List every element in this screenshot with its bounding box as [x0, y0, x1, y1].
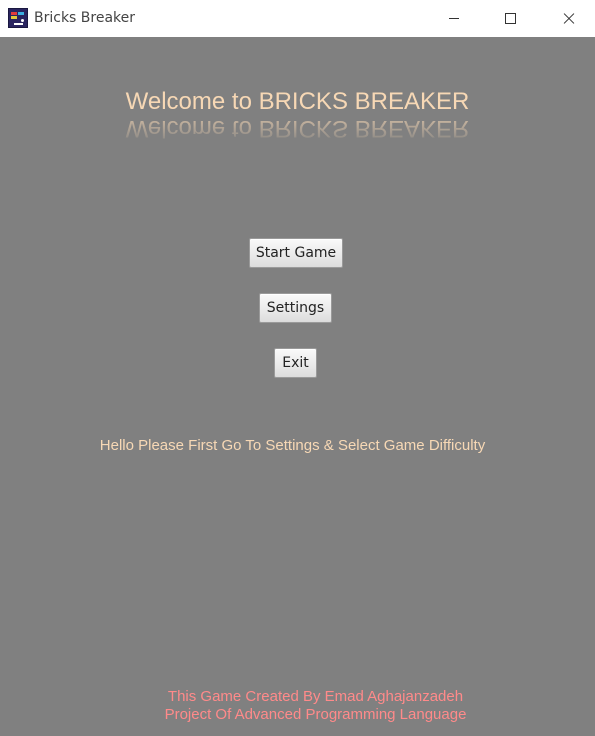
credits-project-line: Project Of Advanced Programming Language — [164, 706, 467, 723]
welcome-heading-reflection: Welcome to BRICKS BREAKER — [125, 115, 470, 142]
difficulty-hint-text: Hello Please First Go To Settings & Sele… — [99, 437, 486, 454]
title-bar[interactable]: Bricks Breaker — [0, 0, 595, 37]
bricks-breaker-app-icon — [8, 8, 28, 28]
app-window: Bricks Breaker Welcome to BRICKS BREAKER… — [0, 0, 595, 736]
minimize-icon — [449, 18, 459, 19]
settings-button[interactable]: Settings — [259, 293, 332, 323]
close-icon — [562, 13, 574, 25]
minimize-button[interactable] — [431, 0, 477, 37]
credits-author-line: This Game Created By Emad Aghajanzadeh — [167, 688, 464, 705]
welcome-heading: Welcome to BRICKS BREAKER — [125, 88, 470, 115]
start-game-button[interactable]: Start Game — [249, 238, 343, 268]
maximize-button[interactable] — [487, 0, 533, 37]
window-title: Bricks Breaker — [34, 10, 136, 26]
close-button[interactable] — [545, 0, 591, 37]
exit-button[interactable]: Exit — [274, 348, 317, 378]
credits: This Game Created By Emad Aghajanzadeh P… — [0, 688, 595, 724]
maximize-icon — [504, 13, 516, 24]
